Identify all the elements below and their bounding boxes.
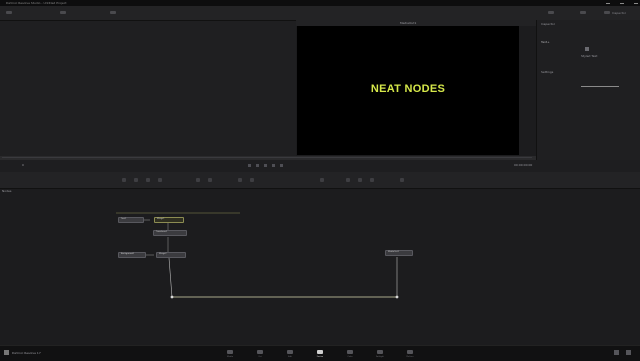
media-pool-icon[interactable] — [6, 11, 12, 14]
viewer-tab-label[interactable]: MediaOut1 — [400, 21, 416, 25]
nodes-icon[interactable] — [110, 11, 116, 14]
inspector-panel: Inspector Text+ Styled Text Settings — [536, 20, 640, 172]
play-reverse-icon[interactable] — [256, 164, 259, 167]
close-icon[interactable] — [634, 2, 638, 4]
timecode: 00:00:00:00 — [514, 163, 533, 167]
blur-tool-icon[interactable] — [196, 178, 200, 182]
scrubber-track — [2, 157, 532, 158]
tracker-tool-icon[interactable] — [358, 178, 362, 182]
page-media[interactable]: Media — [220, 348, 240, 360]
inspector-row-label: Styled Text — [581, 54, 598, 58]
pipe-router-left — [170, 295, 174, 299]
node-background1[interactable]: Background1 — [118, 252, 146, 258]
background-tool-icon[interactable] — [122, 178, 126, 182]
inspector-slider[interactable] — [581, 86, 619, 87]
polygon-tool-icon[interactable] — [320, 178, 324, 182]
minimize-icon[interactable] — [606, 2, 610, 4]
page-deliver[interactable]: Deliver — [400, 348, 420, 360]
bspline-tool-icon[interactable] — [346, 178, 350, 182]
pipe-router-right — [395, 295, 399, 299]
3d-tool-icon[interactable] — [400, 178, 404, 182]
text-tool-icon[interactable] — [146, 178, 150, 182]
resolve-logo-icon — [4, 350, 9, 355]
node-text1[interactable]: Text1 — [118, 217, 144, 223]
fusion-toolbar — [0, 172, 640, 189]
inspector-section-title[interactable]: Text+ — [541, 40, 550, 45]
page-cut[interactable]: Cut — [250, 348, 270, 360]
text-tool-icon[interactable] — [585, 47, 589, 51]
node-editor[interactable]: Text1 Merge1 Transform1 Background1 Merg… — [0, 193, 640, 345]
color-page-icon — [347, 350, 353, 354]
page-edit[interactable]: Edit — [280, 348, 300, 360]
paint-tool-icon[interactable] — [134, 178, 138, 182]
node-mediaout1[interactable]: MediaOut1 — [385, 250, 413, 256]
interface-toolbar: Inspector — [0, 6, 640, 21]
page-fusion[interactable]: Fusion — [310, 348, 330, 360]
inspector-icon[interactable] — [604, 11, 610, 14]
rewind-icon[interactable] — [248, 164, 251, 167]
page-color[interactable]: Color — [340, 348, 360, 360]
right-viewer[interactable]: NEAT NODES — [297, 26, 519, 155]
media-page-icon — [227, 350, 233, 354]
particle-tool-icon[interactable] — [370, 178, 374, 182]
window-title: DaVinci Resolve Studio - Untitled Projec… — [6, 1, 67, 5]
mask-tool-icon[interactable] — [250, 178, 254, 182]
settings-icon[interactable] — [626, 350, 631, 355]
deliver-page-icon — [407, 350, 413, 354]
spline-icon[interactable] — [548, 11, 554, 14]
page-fairlight[interactable]: Fairlight — [370, 348, 390, 360]
node-transform1[interactable]: Transform1 — [153, 230, 187, 236]
connection-merge2-out — [168, 257, 173, 298]
home-icon[interactable] — [614, 350, 619, 355]
edit-page-icon — [287, 350, 293, 354]
cut-page-icon — [257, 350, 263, 354]
fairlight-page-icon — [377, 350, 383, 354]
color-tool-icon[interactable] — [208, 178, 212, 182]
fusion-page-icon — [317, 350, 323, 354]
inspector-header: Inspector — [541, 22, 555, 26]
effects-icon[interactable] — [60, 11, 66, 14]
left-viewer[interactable] — [0, 21, 296, 156]
fast-forward-icon[interactable] — [280, 164, 283, 167]
app-name: DaVinci Resolve 17 — [12, 351, 41, 355]
frame-readout: 0 — [22, 163, 24, 167]
node-merge2[interactable]: Merge2 — [156, 252, 186, 258]
inspector-toggle-label[interactable]: Inspector — [612, 11, 626, 15]
play-icon[interactable] — [272, 164, 275, 167]
node-merge1[interactable]: Merge1 — [154, 217, 184, 223]
viewer-title-text: NEAT NODES — [370, 83, 446, 95]
stop-icon[interactable] — [264, 164, 267, 167]
inspector-subsection[interactable]: Settings — [541, 70, 553, 75]
node-connections — [116, 212, 399, 299]
page-navigation-bar: DaVinci Resolve 17 Media Cut Edit Fusion… — [0, 345, 640, 361]
transform-tool-icon[interactable] — [238, 178, 242, 182]
merge-tool-icon[interactable] — [158, 178, 162, 182]
keyframes-icon[interactable] — [580, 11, 586, 14]
maximize-icon[interactable] — [620, 2, 624, 4]
